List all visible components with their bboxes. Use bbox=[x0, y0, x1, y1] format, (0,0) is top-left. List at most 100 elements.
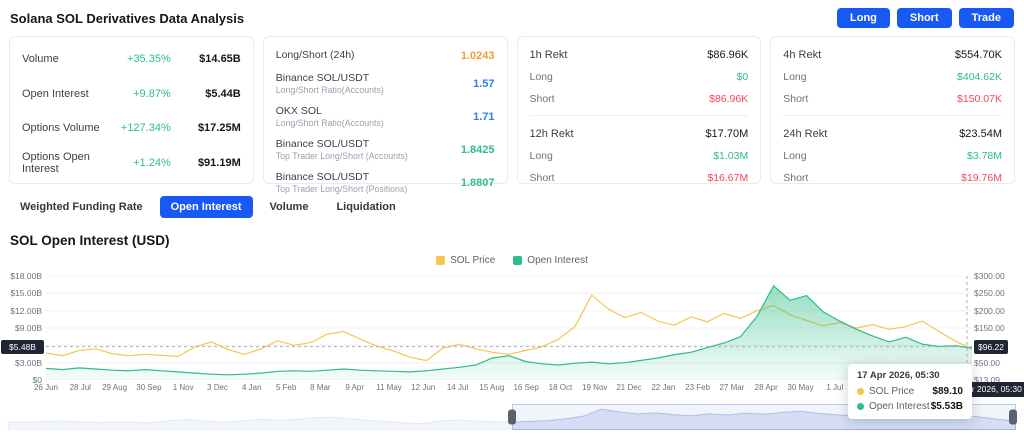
x-axis-label: 5 Feb bbox=[275, 383, 297, 392]
tab-weighted-funding-rate[interactable]: Weighted Funding Rate bbox=[9, 196, 154, 218]
x-axis-label: 8 Mar bbox=[310, 383, 331, 392]
rekt-total: $554.70K bbox=[954, 49, 1002, 61]
x-axis-label: 27 Mar bbox=[719, 383, 745, 392]
x-axis-label: 3 Dec bbox=[207, 383, 228, 392]
volume-stats-card: Volume +35.35% $14.65B Open Interest +9.… bbox=[9, 36, 254, 184]
rekt-period: 4h Rekt bbox=[783, 49, 822, 61]
stat-label: Options Volume bbox=[22, 122, 100, 135]
left-axis-pointer-badge: $5.48B bbox=[1, 339, 44, 355]
navigator-right-handle[interactable] bbox=[1009, 409, 1017, 425]
ratio-title: Binance SOL/USDT bbox=[275, 137, 370, 150]
rekt-total: $17.70M bbox=[705, 128, 749, 140]
tab-volume[interactable]: Volume bbox=[259, 196, 320, 218]
stat-row: Options Open Interest +1.24% $91.19M bbox=[22, 146, 241, 181]
y-axis-left-label: $18.00B bbox=[10, 271, 42, 281]
rekt-short-value: $150.07K bbox=[957, 93, 1002, 105]
legend-item-sol-price[interactable]: SOL Price bbox=[436, 255, 495, 266]
rekt-row: Short $150.07K bbox=[783, 88, 1002, 110]
stat-label: Volume bbox=[22, 53, 59, 66]
rekt-long-label: Long bbox=[529, 71, 553, 83]
ratio-row: Binance SOL/USDT Long/Short Ratio(Accoun… bbox=[276, 67, 495, 100]
ratio-row: Binance SOL/USDT Top Trader Long/Short (… bbox=[276, 133, 495, 166]
long-button[interactable]: Long bbox=[837, 8, 890, 28]
stat-change: +127.34% bbox=[120, 122, 171, 135]
y-axis-right-label: $250.00 bbox=[974, 288, 1005, 299]
rekt-short-label: Short bbox=[783, 172, 809, 184]
rekt-total: $23.54M bbox=[959, 128, 1002, 140]
tooltip-label: Open Interest bbox=[869, 401, 930, 412]
header-actions: Long Short Trade bbox=[837, 8, 1014, 28]
x-axis-label: 1 Jul bbox=[826, 383, 844, 392]
chart-canvas bbox=[45, 275, 973, 381]
rekt-section-header: 4h Rekt $554.70K bbox=[783, 42, 1002, 66]
rekt-card-1h-12h: 1h Rekt $86.96K Long $0 Short $86.96K 12… bbox=[516, 36, 762, 184]
ratio-value: 1.71 bbox=[473, 110, 495, 123]
y-axis-right-label: $150.00 bbox=[974, 323, 1005, 333]
y-axis-left-label: $3.00B bbox=[15, 357, 42, 368]
divider bbox=[783, 115, 1002, 116]
chart-tab-bar: Weighted Funding Rate Open Interest Volu… bbox=[0, 184, 1024, 222]
stat-change: +1.24% bbox=[133, 156, 171, 169]
y-axis-right: $300.00$250.00$200.00$150.00$100.00$50.0… bbox=[974, 270, 1024, 390]
rekt-short-value: $19.76M bbox=[961, 172, 1002, 184]
tooltip-row: Open Interest $5.53B bbox=[857, 401, 963, 412]
rekt-short-value: $16.67M bbox=[707, 172, 749, 184]
stat-value: $5.44B bbox=[205, 87, 241, 100]
y-axis-left: $18.00B$15.00B$12.00B$9.00B$6.00B$3.00B$… bbox=[0, 270, 44, 390]
x-axis-label: 28 Apr bbox=[754, 383, 778, 392]
rekt-long-label: Long bbox=[529, 150, 553, 162]
x-axis-label: 4 Jan bbox=[241, 383, 262, 392]
chart-plot-area[interactable] bbox=[45, 275, 973, 381]
x-axis-label: 26 Jun bbox=[33, 383, 59, 392]
rekt-long-value: $0 bbox=[736, 71, 749, 83]
ratio-title: Long/Short (24h) bbox=[275, 49, 355, 61]
short-button[interactable]: Short bbox=[896, 8, 952, 28]
tab-open-interest[interactable]: Open Interest bbox=[159, 196, 253, 218]
sol-price-legend-swatch bbox=[436, 256, 446, 265]
rekt-long-label: Long bbox=[783, 71, 807, 83]
summary-cards: Volume +35.35% $14.65B Open Interest +9.… bbox=[0, 34, 1024, 194]
ratio-row: Long/Short (24h) 1.0243 bbox=[276, 42, 495, 67]
ratio-subtitle: Top Trader Long/Short (Accounts) bbox=[275, 150, 408, 161]
legend-item-open-interest[interactable]: Open Interest bbox=[513, 255, 588, 266]
rekt-section-header: 12h Rekt $17.70M bbox=[530, 121, 749, 145]
ratio-subtitle: Top Trader Long/Short (Positions) bbox=[275, 184, 408, 195]
legend-label: Open Interest bbox=[527, 255, 588, 266]
rekt-row: Long $3.78M bbox=[783, 145, 1002, 167]
stat-value: $91.19M bbox=[197, 156, 241, 169]
tab-liquidation[interactable]: Liquidation bbox=[325, 196, 406, 218]
stat-row: Volume +35.35% $14.65B bbox=[22, 42, 241, 77]
ratio-row: Binance SOL/USDT Top Trader Long/Short (… bbox=[276, 166, 495, 199]
navigator-unselected-region bbox=[8, 404, 512, 430]
rekt-short-value: $86.96K bbox=[709, 93, 749, 105]
stat-label: Options Open Interest bbox=[22, 150, 90, 175]
sol-price-dot-icon bbox=[857, 388, 864, 395]
stat-row: Options Volume +127.34% $17.25M bbox=[22, 111, 241, 146]
x-axis-label: 11 May bbox=[376, 383, 402, 392]
ratio-title: OKX SOL bbox=[275, 104, 322, 117]
trade-button[interactable]: Trade bbox=[958, 8, 1014, 28]
page-header: Solana SOL Derivatives Data Analysis Lon… bbox=[0, 0, 1024, 34]
ratio-value: 1.0243 bbox=[460, 49, 495, 62]
rekt-period: 1h Rekt bbox=[529, 49, 568, 61]
ratio-title: Binance SOL/USDT bbox=[275, 71, 370, 84]
tooltip-label: SOL Price bbox=[869, 386, 915, 397]
y-axis-right-label: $200.00 bbox=[974, 305, 1005, 316]
navigator-left-handle[interactable] bbox=[508, 409, 516, 425]
x-axis-label: 9 Apr bbox=[345, 383, 364, 392]
x-axis-label: 30 Sep bbox=[136, 383, 162, 392]
open-interest-legend-swatch bbox=[513, 256, 523, 265]
x-axis-label: 16 Sep bbox=[513, 383, 539, 392]
rekt-row: Long $1.03M bbox=[530, 145, 749, 167]
tooltip-row: SOL Price $89.10 bbox=[857, 386, 963, 397]
ratio-value: 1.8425 bbox=[460, 143, 495, 156]
page-title: Solana SOL Derivatives Data Analysis bbox=[10, 10, 245, 26]
open-interest-dot-icon bbox=[857, 403, 864, 410]
rekt-total: $86.96K bbox=[707, 49, 749, 61]
chart-legend: SOL Price Open Interest bbox=[0, 250, 1024, 266]
y-axis-right-label: $300.00 bbox=[974, 271, 1005, 281]
y-axis-left-label: $9.00B bbox=[15, 323, 42, 333]
tooltip-value: $89.10 bbox=[932, 386, 963, 397]
divider bbox=[529, 115, 749, 116]
rekt-short-label: Short bbox=[529, 172, 555, 184]
